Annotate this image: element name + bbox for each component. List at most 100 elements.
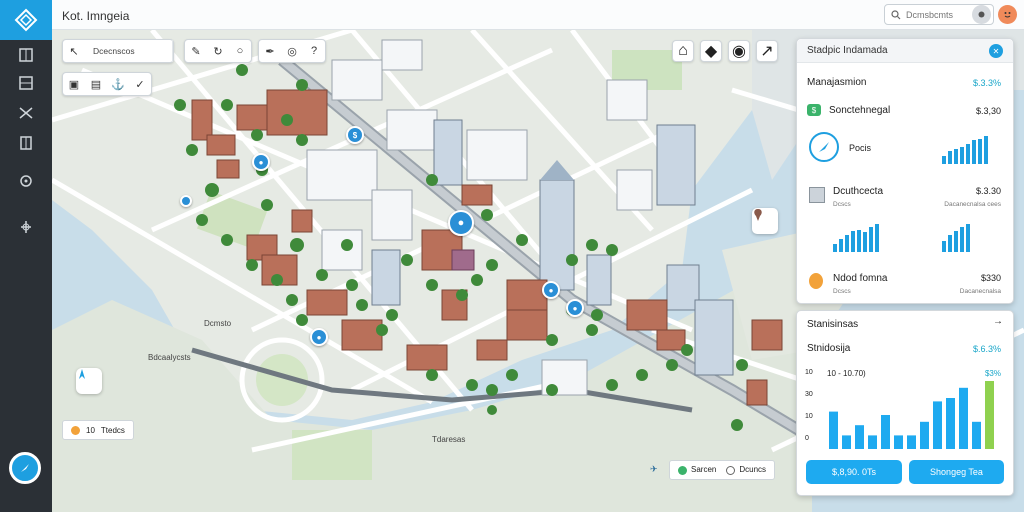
legend-item[interactable]: Dcuncs <box>726 465 767 475</box>
sparkline-bar <box>954 148 958 164</box>
map-toolbar: ↖ Dcecnscos <box>62 39 174 63</box>
y-tick-label: 10 <box>805 369 813 376</box>
app-logo-icon[interactable] <box>0 0 52 40</box>
pin-icon[interactable]: ◆ <box>700 40 722 62</box>
map-pin[interactable]: ● <box>310 328 328 346</box>
walk-icon[interactable]: ⚓ <box>107 73 129 95</box>
area-label: Bdcaalycsts <box>148 353 191 362</box>
close-icon[interactable]: ✕ <box>989 44 1003 58</box>
search-icon <box>891 9 901 19</box>
chart-bar <box>933 401 942 449</box>
y-tick-label: 10 <box>805 413 813 420</box>
car-icon[interactable]: ▣ <box>63 73 85 95</box>
secondary-button[interactable]: Shongeg Tea <box>909 460 1004 484</box>
metric-value: $330 <box>980 273 1001 283</box>
chart-bar <box>907 435 916 449</box>
globe-icon[interactable]: ◎ <box>281 40 303 62</box>
scale-text: Ttedcs <box>100 425 125 435</box>
metric-label: Manajasmion <box>807 77 867 88</box>
compass-button[interactable] <box>9 452 41 484</box>
primary-button[interactable]: $,8,90. 0Ts <box>806 460 902 484</box>
sparkline-bar <box>960 147 964 164</box>
sparkline-bar <box>948 235 952 252</box>
poi-marker[interactable] <box>752 208 778 234</box>
redo-icon[interactable]: ↻ <box>207 40 229 62</box>
avatar[interactable] <box>998 5 1017 24</box>
metric-sub: Dcscs <box>833 201 851 208</box>
edit-toolbar: ✎ ↻ ○ <box>184 39 252 63</box>
layers-icon[interactable] <box>13 44 39 66</box>
chart-bar <box>829 411 838 449</box>
info-icon[interactable]: ? <box>303 40 325 62</box>
map-pin[interactable] <box>180 195 192 207</box>
sparkline-bar <box>954 231 958 252</box>
transport-toolbar: ▣ ▤ ⚓ ✓ <box>62 72 152 96</box>
back-arrow-icon[interactable]: ↖ <box>63 40 85 62</box>
settings-icon[interactable] <box>972 5 991 24</box>
home-icon[interactable]: ⌂ <box>672 40 694 62</box>
chart-bar <box>868 435 877 449</box>
coordinates-readout: Dcecnscos <box>85 40 173 62</box>
area-label: Tdaresas <box>432 435 466 444</box>
draw-icon[interactable]: ✎ <box>185 40 207 62</box>
metric-row: $ Sonctehnegal $.3,30 <box>807 104 1003 116</box>
scale-chip[interactable]: 10 Ttedcs <box>62 420 134 440</box>
app-title: Kot. Imngeia <box>62 9 130 23</box>
metric-value: $3% <box>984 369 1001 378</box>
location-icon[interactable] <box>13 216 39 238</box>
map-pin[interactable]: ● <box>252 153 270 171</box>
route-icon[interactable] <box>13 102 39 124</box>
chart-bar <box>959 387 968 449</box>
share-icon[interactable]: ↗ <box>756 40 778 62</box>
legend-label: Sarcen <box>691 465 717 475</box>
panel-title: Stadpic Indamada <box>807 45 888 56</box>
locate-button[interactable] <box>76 368 102 394</box>
metric-value: $.3.3% <box>972 78 1001 88</box>
selected-pin[interactable]: ● <box>448 210 474 236</box>
compass-icon[interactable]: ◉ <box>728 40 750 62</box>
sparkline-bar <box>875 224 879 252</box>
search-input[interactable] <box>906 9 976 20</box>
money-icon: $ <box>807 104 821 116</box>
sparkline <box>833 224 879 252</box>
sparkline-bar <box>857 229 861 252</box>
panel-subtitle: Stnidosija <box>807 343 851 354</box>
metric-row: Manajasmion $.3.3% <box>807 77 1003 88</box>
legend-label: Dcuncs <box>739 465 767 475</box>
chart-bar <box>881 415 890 449</box>
chart-bar <box>985 381 994 449</box>
map-pin[interactable]: $ <box>346 126 364 144</box>
legend-dot-icon <box>726 465 736 475</box>
sparkline-bar <box>942 155 946 164</box>
compass-icon <box>809 132 839 162</box>
chart-range-label: 10 - 10.70) <box>827 369 866 378</box>
sparkline-bar <box>839 239 843 252</box>
chart-bar <box>842 435 851 449</box>
collapse-icon[interactable]: → <box>993 316 1003 327</box>
scale-value: 10 <box>86 425 95 435</box>
sparkline-bar <box>851 231 855 252</box>
top-bar: Kot. Imngeia <box>52 0 1024 30</box>
grid-icon[interactable] <box>13 72 39 94</box>
area-label: Dcmsto <box>204 319 232 328</box>
bus-icon[interactable]: ▤ <box>85 73 107 95</box>
chart-bar <box>855 425 864 449</box>
map-pin[interactable]: ● <box>542 281 560 299</box>
bar-chart <box>829 381 994 449</box>
check-icon[interactable]: ✓ <box>129 73 151 95</box>
metric-value: $.3,30 <box>975 106 1001 116</box>
metric-label: Pocis <box>849 143 872 153</box>
pen-icon[interactable]: ✒ <box>259 40 281 62</box>
sparkline-bar <box>966 224 970 252</box>
legend-dot-icon <box>678 465 687 475</box>
chart-bar <box>920 421 929 449</box>
measure-icon[interactable]: ○ <box>229 40 251 62</box>
panel-icon[interactable] <box>13 132 39 154</box>
sparkline-bar <box>863 232 867 252</box>
share-icon[interactable] <box>13 170 39 192</box>
legend-item[interactable]: Sarcen <box>678 465 717 475</box>
map-pin[interactable]: ● <box>566 299 584 317</box>
metric-label: Dcuthcecta <box>833 186 884 197</box>
map-legend: Sarcen Dcuncs <box>669 460 776 480</box>
metric-value: $.6.3% <box>972 344 1001 354</box>
